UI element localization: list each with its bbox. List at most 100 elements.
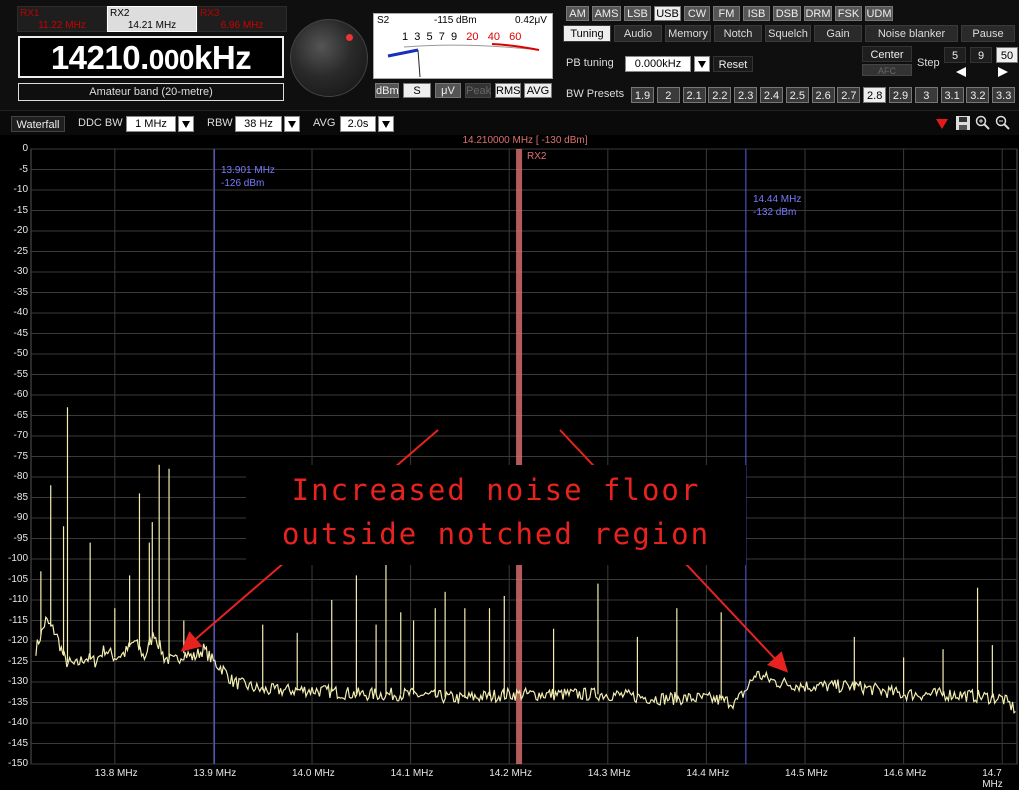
bw-preset-button[interactable]: 2.6 bbox=[811, 87, 835, 103]
y-tick-label: -90 bbox=[13, 512, 28, 523]
marker-down-icon[interactable] bbox=[935, 117, 949, 131]
tuning-knob[interactable] bbox=[290, 19, 368, 97]
tab-gain[interactable]: Gain bbox=[814, 25, 862, 42]
tab-pause[interactable]: Pause bbox=[961, 25, 1015, 42]
save-icon[interactable] bbox=[955, 115, 971, 131]
mode-ams-button[interactable]: AMS bbox=[592, 6, 621, 21]
tab-noise-blanker[interactable]: Noise blanker bbox=[865, 25, 958, 42]
y-tick-label: -105 bbox=[7, 573, 28, 585]
bw-preset-button[interactable]: 2.5 bbox=[785, 87, 809, 103]
y-tick-label: -60 bbox=[13, 389, 28, 400]
meter-avg-button[interactable]: AVG bbox=[524, 83, 552, 98]
mode-dsb-button[interactable]: DSB bbox=[773, 6, 801, 21]
meter-s-button[interactable]: S bbox=[403, 83, 431, 98]
pb-tuning-label: PB tuning bbox=[566, 57, 614, 69]
mode-cw-button[interactable]: CW bbox=[684, 6, 710, 21]
step-down-arrow-icon[interactable] bbox=[955, 66, 967, 78]
receiver-control-panel: RX1 11.22 MHz RX2 14.21 MHz RX3 6.96 MHz… bbox=[0, 0, 1019, 110]
bw-preset-button[interactable]: 1.9 bbox=[631, 87, 654, 103]
marker-1-label: 13.901 MHz -126 dBm bbox=[221, 164, 275, 190]
receiver-tab-rx1[interactable]: RX1 11.22 MHz bbox=[17, 6, 107, 32]
x-tick-label: 14.1 MHz bbox=[390, 768, 434, 779]
step-up-arrow-icon[interactable] bbox=[997, 66, 1009, 78]
spectrum-toolbar: Waterfall DDC BW 1 MHz RBW 38 Hz AVG 2.0… bbox=[0, 110, 1019, 135]
tab-notch[interactable]: Notch bbox=[714, 25, 762, 42]
pb-tuning-dropdown-icon[interactable] bbox=[694, 56, 710, 72]
bw-preset-button[interactable]: 2.9 bbox=[889, 87, 912, 103]
step-50-button[interactable]: 50 bbox=[996, 47, 1018, 63]
ddc-bw-dropdown-icon[interactable] bbox=[178, 116, 194, 132]
receiver-tab-freq: 11.22 MHz bbox=[38, 20, 86, 31]
y-tick-label: -95 bbox=[13, 532, 28, 544]
y-tick-label: -65 bbox=[13, 409, 28, 421]
avg-select[interactable]: 2.0s bbox=[340, 116, 376, 132]
waterfall-button[interactable]: Waterfall bbox=[11, 116, 65, 132]
y-tick-label: 0 bbox=[22, 143, 28, 154]
ddc-bw-label: DDC BW bbox=[78, 117, 123, 129]
mode-am-button[interactable]: AM bbox=[566, 6, 589, 21]
bw-preset-button[interactable]: 2.2 bbox=[708, 87, 732, 103]
zoom-out-icon[interactable] bbox=[995, 115, 1011, 131]
bw-preset-button[interactable]: 3.3 bbox=[992, 87, 1016, 103]
tab-squelch[interactable]: Squelch bbox=[765, 25, 811, 42]
meter-dbm-button[interactable]: dBm bbox=[375, 83, 399, 98]
receiver-tab-name: RX3 bbox=[200, 8, 220, 19]
x-tick-label: 13.8 MHz bbox=[94, 768, 138, 779]
ddc-bw-select[interactable]: 1 MHz bbox=[126, 116, 176, 132]
meter-rms-button[interactable]: RMS bbox=[495, 83, 521, 98]
zoom-in-icon[interactable] bbox=[975, 115, 991, 131]
center-button[interactable]: Center bbox=[862, 46, 912, 62]
mode-isb-button[interactable]: ISB bbox=[743, 6, 770, 21]
bw-preset-button[interactable]: 2 bbox=[656, 87, 680, 103]
x-tick-label: 14.7 MHz bbox=[982, 768, 1003, 790]
y-tick-label: -150 bbox=[7, 758, 28, 769]
step-5-button[interactable]: 5 bbox=[944, 47, 966, 63]
mode-fsk-button[interactable]: FSK bbox=[835, 6, 862, 21]
tab-audio[interactable]: Audio bbox=[614, 25, 662, 42]
bw-preset-button[interactable]: 2.3 bbox=[734, 87, 758, 103]
bw-preset-button[interactable]: 3 bbox=[914, 87, 938, 103]
receiver-tab-rx2[interactable]: RX2 14.21 MHz bbox=[107, 6, 197, 32]
avg-dropdown-icon[interactable] bbox=[378, 116, 394, 132]
spectrum-chart[interactable] bbox=[0, 134, 1019, 785]
mode-udm-button[interactable]: UDM bbox=[865, 6, 893, 21]
meter-uv-button[interactable]: μV bbox=[435, 83, 461, 98]
rbw-dropdown-icon[interactable] bbox=[284, 116, 300, 132]
bw-preset-button[interactable]: 3.2 bbox=[966, 87, 990, 103]
mode-fm-button[interactable]: FM bbox=[713, 6, 740, 21]
receiver-tab-rx3[interactable]: RX3 6.96 MHz bbox=[197, 6, 287, 32]
meter-peak-button[interactable]: Peak bbox=[465, 83, 491, 98]
s-meter: S2 -115 dBm 0.42μV 1 3 5 7 9 20 40 60 bbox=[373, 13, 553, 79]
pb-tuning-input[interactable]: 0.000kHz bbox=[625, 56, 691, 72]
bw-preset-button[interactable]: 2.7 bbox=[837, 87, 861, 103]
y-tick-label: -15 bbox=[13, 204, 28, 216]
pb-reset-button[interactable]: Reset bbox=[713, 56, 753, 72]
bw-preset-button[interactable]: 2.8 bbox=[863, 87, 887, 103]
rbw-select[interactable]: 38 Hz bbox=[235, 116, 282, 132]
bw-preset-button[interactable]: 2.1 bbox=[682, 87, 706, 103]
step-9-button[interactable]: 9 bbox=[970, 47, 992, 63]
receiver-tab-name: RX1 bbox=[20, 8, 40, 19]
frequency-fraction: 000 bbox=[148, 44, 195, 75]
mode-usb-button[interactable]: USB bbox=[654, 6, 681, 21]
y-tick-label: -115 bbox=[8, 614, 28, 626]
band-label: Amateur band (20-metre) bbox=[18, 83, 284, 101]
afc-button[interactable]: AFC bbox=[862, 64, 912, 76]
spectrum-plot[interactable]: 0 -5 -10 -15 -20 -25 -30 -35 -40 -45 -50 -55 -60 -65 -… bbox=[0, 134, 1019, 790]
mode-drm-button[interactable]: DRM bbox=[804, 6, 832, 21]
bw-preset-button[interactable]: 3.1 bbox=[940, 87, 964, 103]
y-tick-label: -75 bbox=[13, 450, 28, 462]
frequency-display[interactable]: 14210.000kHz bbox=[18, 36, 284, 78]
bw-preset-button[interactable]: 2.4 bbox=[760, 87, 783, 103]
y-tick-label: -135 bbox=[7, 696, 28, 708]
tab-memory[interactable]: Memory bbox=[665, 25, 711, 42]
y-tick-label: -140 bbox=[7, 717, 28, 728]
frequency-unit: kHz bbox=[193, 39, 252, 76]
receiver-tab-freq: 14.21 MHz bbox=[127, 20, 177, 31]
mode-lsb-button[interactable]: LSB bbox=[624, 6, 651, 21]
center-receiver-tag: RX2 bbox=[527, 151, 547, 162]
x-tick-label: 13.9 MHz bbox=[193, 768, 237, 779]
marker-1-level: -126 dBm bbox=[221, 178, 265, 189]
y-tick-label: -70 bbox=[13, 430, 28, 441]
tab-tuning[interactable]: Tuning bbox=[563, 25, 611, 42]
